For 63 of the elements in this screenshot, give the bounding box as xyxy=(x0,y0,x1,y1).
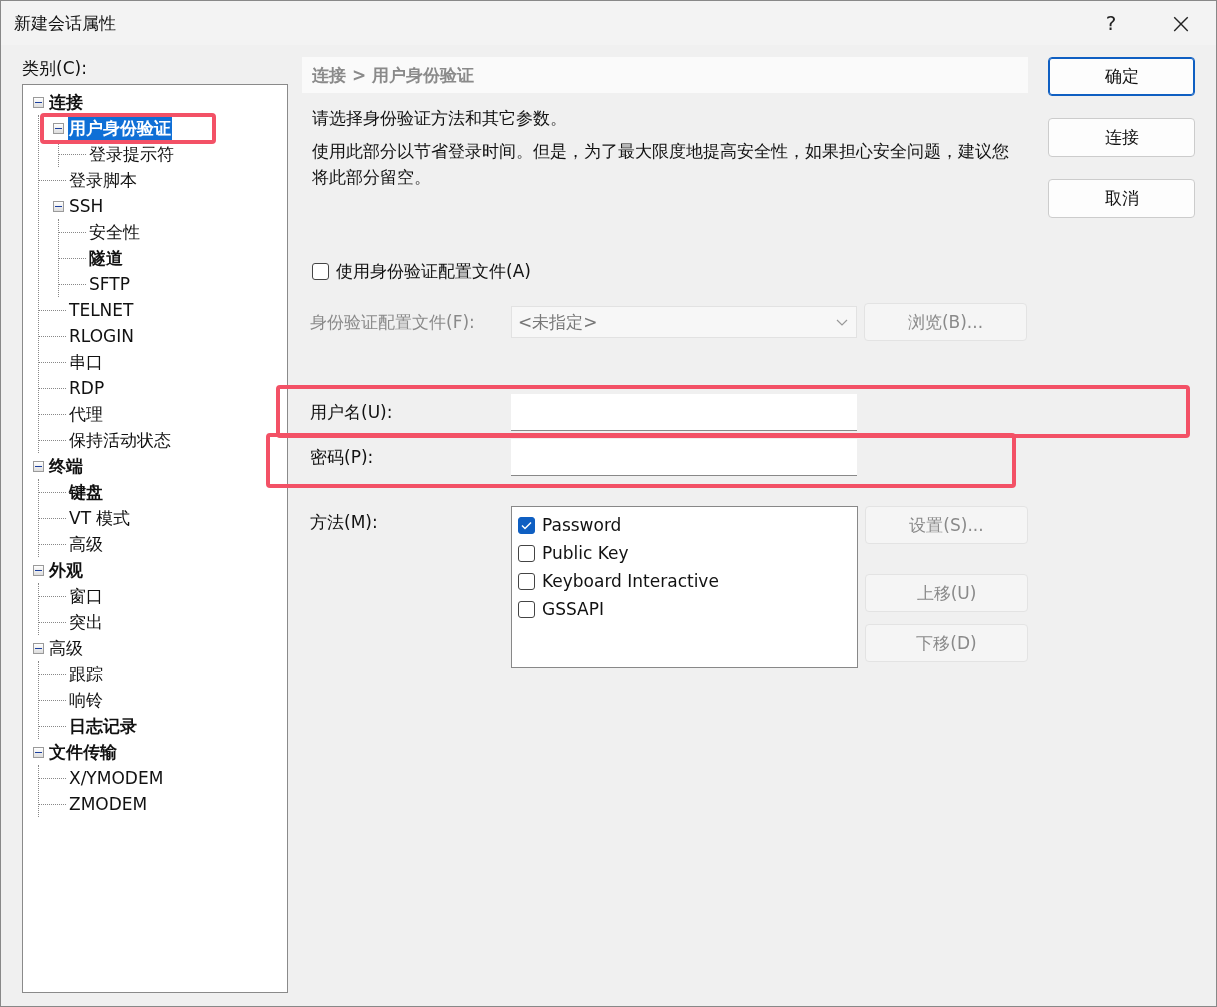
collapse-icon[interactable] xyxy=(33,460,44,472)
tree-item[interactable]: 终端 xyxy=(48,453,84,479)
checkbox[interactable] xyxy=(518,600,535,618)
intro-text: 请选择身份验证方法和其它参数。 xyxy=(311,107,568,130)
chevron-down-icon xyxy=(836,318,848,326)
tree-item[interactable]: 连接 xyxy=(48,89,84,115)
tree-item[interactable]: SFTP xyxy=(88,271,131,297)
tree-item[interactable]: 代理 xyxy=(68,401,104,427)
option-label: Keyboard Interactive xyxy=(542,571,719,591)
tree-item[interactable]: 高级 xyxy=(48,635,84,661)
tree-item[interactable]: 日志记录 xyxy=(68,713,138,739)
breadcrumb: 连接 > 用户身份验证 xyxy=(302,57,1028,93)
option-label: GSSAPI xyxy=(542,599,604,619)
tree-item[interactable]: RLOGIN xyxy=(68,323,135,349)
collapse-icon[interactable] xyxy=(33,96,44,108)
tree-item[interactable]: 突出 xyxy=(68,609,104,635)
dialog-button[interactable]: 取消 xyxy=(1048,179,1195,218)
window-title: 新建会话属性 xyxy=(14,11,117,35)
tree-item[interactable]: 外观 xyxy=(48,557,84,583)
tree-item[interactable]: 用户身份验证 xyxy=(68,115,172,141)
field-label: 密码(P): xyxy=(310,446,375,469)
checkbox[interactable] xyxy=(518,572,535,590)
field-label: 用户名(U): xyxy=(310,401,394,424)
tree-item[interactable]: 窗口 xyxy=(68,583,104,609)
tree-item[interactable]: 保持活动状态 xyxy=(68,427,172,453)
collapse-icon[interactable] xyxy=(33,746,44,758)
tree-item[interactable]: TELNET xyxy=(68,297,135,323)
collapse-icon[interactable] xyxy=(53,200,64,212)
checkmark-icon xyxy=(521,520,532,530)
field-label: 方法(M): xyxy=(310,511,379,534)
username-field[interactable] xyxy=(511,394,857,431)
tree-item[interactable]: VT 模式 xyxy=(68,505,132,531)
collapse-icon[interactable] xyxy=(33,642,44,654)
tree-item[interactable]: 安全性 xyxy=(88,219,141,245)
tree-item[interactable]: 跟踪 xyxy=(68,661,104,687)
option-label: Password xyxy=(542,515,622,535)
field-label: 身份验证配置文件(F): xyxy=(310,310,476,334)
tree-item[interactable]: 登录提示符 xyxy=(88,141,175,167)
tree-item[interactable]: 隧道 xyxy=(88,245,124,271)
tree-item[interactable]: SSH xyxy=(68,193,105,219)
tree-item[interactable]: 高级 xyxy=(68,531,104,557)
tree-item[interactable]: ZMODEM xyxy=(68,791,149,817)
checkbox-label: 使用身份验证配置文件(A) xyxy=(336,260,531,283)
checkbox[interactable] xyxy=(518,544,535,562)
close-button[interactable]: × xyxy=(1146,1,1216,45)
checkbox[interactable] xyxy=(312,263,329,280)
dialog-button[interactable]: 连接 xyxy=(1048,118,1195,157)
tree-item[interactable]: 登录脚本 xyxy=(68,167,138,193)
collapse-icon[interactable] xyxy=(53,122,64,134)
option-label: Public Key xyxy=(542,543,629,563)
tree-item[interactable]: 文件传输 xyxy=(48,739,118,765)
dialog-button[interactable]: 确定 xyxy=(1048,57,1195,96)
description-text: 使用此部分以节省登录时间。但是，为了最大限度地提高安全性，如果担心安全问题，建议您将此部分留空。 xyxy=(311,140,1010,189)
tree-item[interactable]: 响铃 xyxy=(68,687,104,713)
collapse-icon[interactable] xyxy=(33,564,44,576)
tree-item[interactable]: RDP xyxy=(68,375,106,401)
password-field[interactable] xyxy=(511,439,857,476)
tree-item[interactable]: X/YMODEM xyxy=(68,765,165,791)
help-button[interactable]: ? xyxy=(1076,1,1146,45)
category-label: 类别(C): xyxy=(22,57,88,80)
tree-item[interactable]: 键盘 xyxy=(68,479,104,505)
tree-item[interactable]: 串口 xyxy=(68,349,104,375)
checkbox[interactable] xyxy=(518,516,535,534)
